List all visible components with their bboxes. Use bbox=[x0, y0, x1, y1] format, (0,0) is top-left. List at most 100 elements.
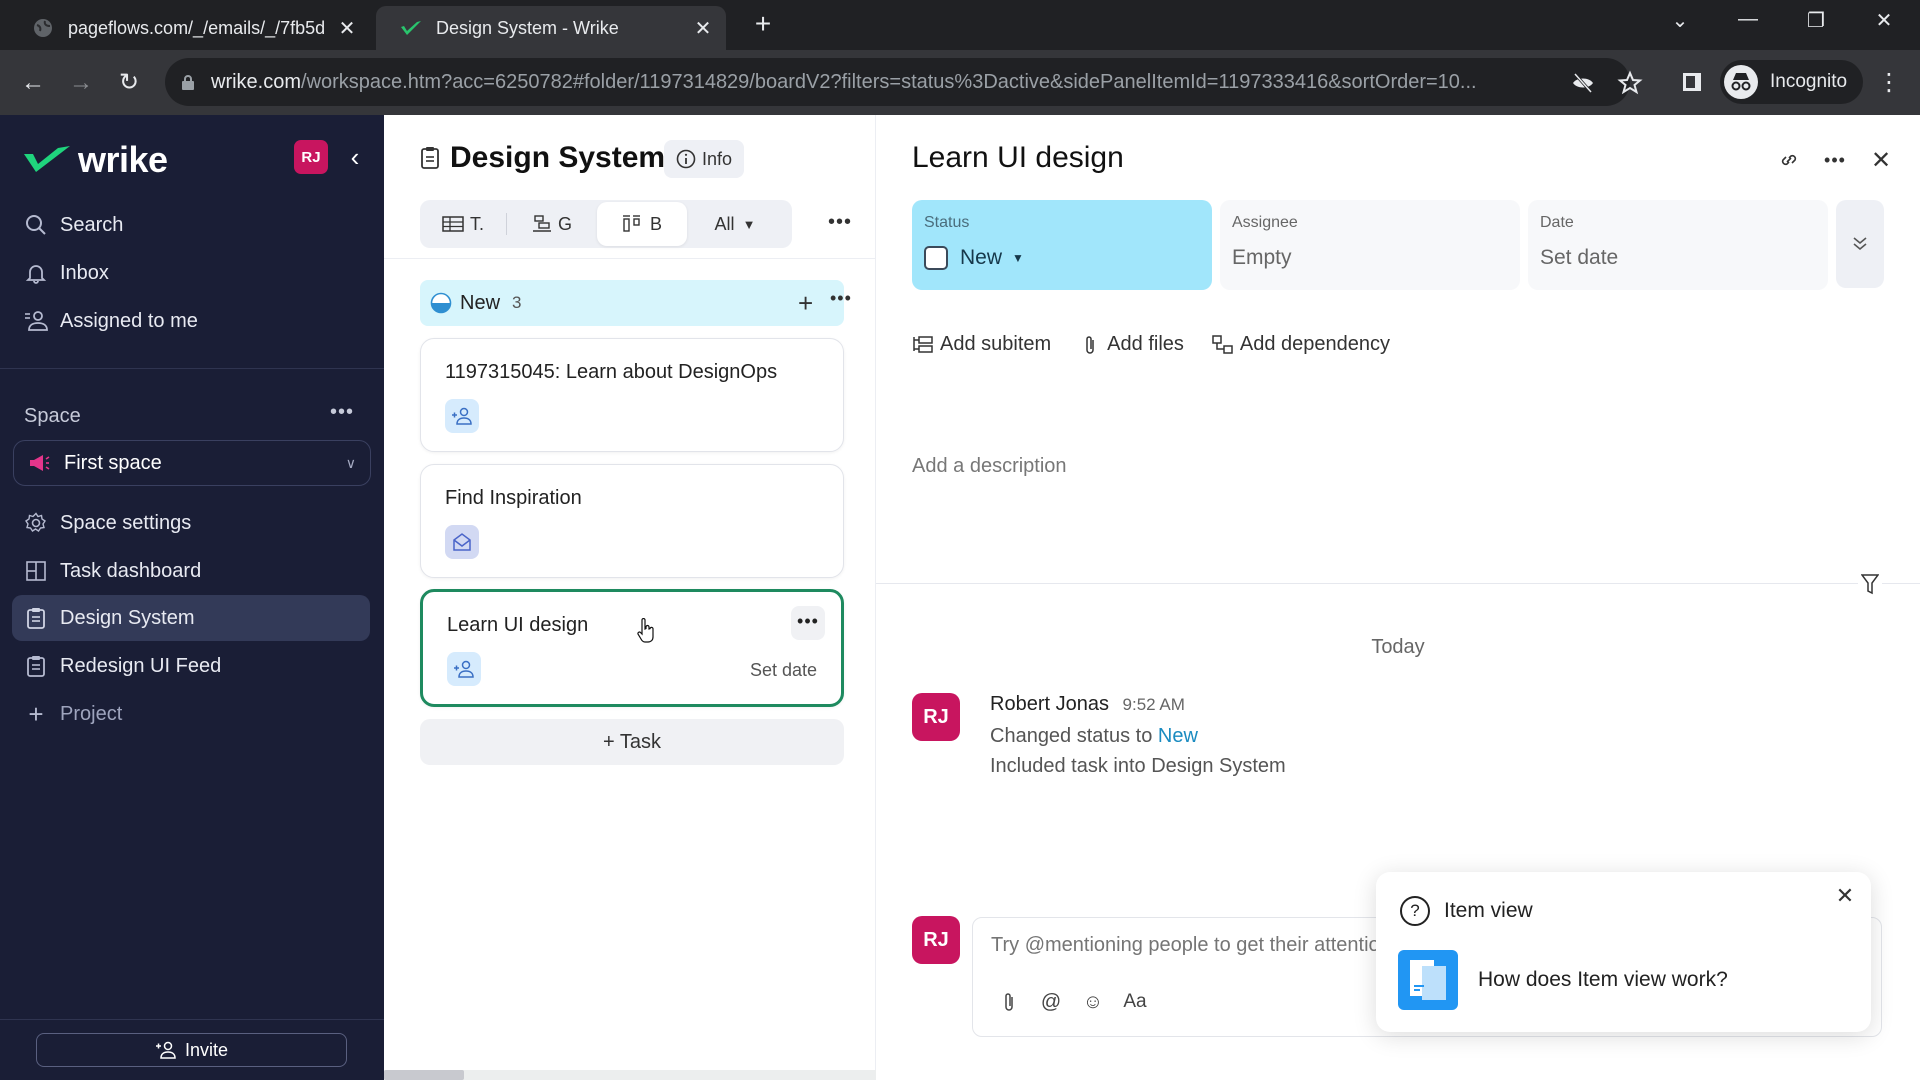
sidebar-item-label: Design System bbox=[60, 606, 195, 629]
reload-icon[interactable]: ↻ bbox=[112, 66, 146, 100]
assignee-label: Assignee bbox=[1232, 214, 1298, 231]
invite-label: Invite bbox=[184, 1039, 229, 1060]
close-tab-icon[interactable]: ✕ bbox=[690, 16, 716, 41]
browser-tab-pageflows[interactable]: pageflows.com/_/emails/_/7fb5d ✕ bbox=[20, 6, 370, 50]
incognito-badge[interactable]: Incognito bbox=[1720, 60, 1864, 104]
attach-icon[interactable] bbox=[995, 988, 1023, 1016]
set-date-button[interactable]: Set date bbox=[750, 660, 817, 681]
filter-icon[interactable] bbox=[1858, 571, 1882, 597]
comment-avatar: RJ bbox=[912, 916, 960, 964]
mention-icon[interactable]: @ bbox=[1037, 988, 1065, 1016]
help-link-label: How does Item view work? bbox=[1478, 968, 1728, 991]
space-more-icon[interactable]: ••• bbox=[330, 401, 360, 424]
chevron-down-icon: ∨ bbox=[345, 454, 356, 471]
window-close-icon[interactable]: ✕ bbox=[1864, 8, 1904, 38]
emoji-icon[interactable]: ☺ bbox=[1079, 988, 1107, 1016]
board-icon bbox=[622, 215, 642, 233]
address-bar[interactable]: wrike.com/workspace.htm?acc=6250782#fold… bbox=[165, 58, 1643, 106]
url-text[interactable]: wrike.com/workspace.htm?acc=6250782#fold… bbox=[211, 71, 1511, 94]
help-article-link[interactable]: How does Item view work? bbox=[1398, 950, 1728, 1010]
task-card[interactable]: 1197315045: Learn about DesignOps bbox=[420, 338, 844, 452]
email-badge[interactable] bbox=[445, 525, 479, 559]
back-icon[interactable]: ← bbox=[16, 66, 50, 100]
new-tab-button[interactable]: + bbox=[748, 10, 778, 40]
restore-icon[interactable]: ❐ bbox=[1796, 8, 1836, 38]
sidepanel-icon[interactable] bbox=[1680, 70, 1704, 94]
activity-inclusion: Included task into Design System bbox=[990, 755, 1286, 777]
collapse-sidebar-icon[interactable]: ‹ bbox=[340, 140, 370, 174]
tab-search-chevron-icon[interactable]: ⌄ bbox=[1660, 8, 1700, 38]
megaphone-icon bbox=[28, 453, 50, 473]
browser-tab-wrike[interactable]: Design System - Wrike ✕ bbox=[376, 6, 726, 50]
task-card-selected[interactable]: Learn UI design ••• Set date bbox=[420, 589, 844, 707]
tab-title: pageflows.com/_/emails/_/7fb5d bbox=[68, 17, 326, 38]
add-assignee-button[interactable] bbox=[447, 652, 481, 686]
view-tab-board[interactable]: B bbox=[597, 202, 687, 246]
add-task-button[interactable]: + Task bbox=[420, 719, 844, 765]
close-tab-icon[interactable]: ✕ bbox=[334, 16, 360, 41]
wrike-logo[interactable]: wrike bbox=[24, 139, 168, 181]
eye-off-icon[interactable] bbox=[1570, 70, 1596, 96]
assignee-field[interactable]: Assignee Empty bbox=[1220, 200, 1520, 290]
sidebar-divider bbox=[0, 368, 384, 369]
sidebar-item-space-settings[interactable]: Space settings bbox=[12, 500, 370, 546]
email-icon bbox=[453, 533, 471, 551]
horizontal-scrollbar[interactable] bbox=[384, 1070, 876, 1080]
activity-author[interactable]: Robert Jonas bbox=[990, 693, 1109, 715]
status-link[interactable]: New bbox=[1158, 725, 1198, 747]
sidebar-item-search[interactable]: Search bbox=[12, 202, 370, 248]
sidebar-item-assigned-to-me[interactable]: Assigned to me bbox=[12, 298, 370, 344]
minimize-icon[interactable]: — bbox=[1728, 8, 1768, 38]
sidebar: wrike RJ ‹ Search Inbox Assigned to me S… bbox=[0, 115, 384, 1080]
date-field[interactable]: Date Set date bbox=[1528, 200, 1828, 290]
board-more-icon[interactable]: ••• bbox=[828, 211, 852, 234]
browser-menu-icon[interactable]: ⋮ bbox=[1872, 66, 1906, 100]
document-icon bbox=[1398, 950, 1458, 1010]
sidebar-item-design-system[interactable]: Design System bbox=[12, 595, 370, 641]
action-label: Add dependency bbox=[1239, 333, 1391, 355]
add-task-icon[interactable]: + bbox=[798, 288, 813, 319]
add-assignee-button[interactable] bbox=[445, 399, 479, 433]
view-tab-gantt[interactable]: G bbox=[507, 202, 597, 246]
activity-avatar[interactable]: RJ bbox=[912, 693, 960, 741]
status-field[interactable]: Status New ▼ bbox=[912, 200, 1212, 290]
description-field[interactable]: Add a description bbox=[912, 455, 1067, 478]
sidebar-item-add-project[interactable]: + Project bbox=[12, 691, 370, 737]
url-path: /workspace.htm?acc=6250782#folder/119731… bbox=[301, 70, 1477, 93]
add-files-button[interactable]: Add files bbox=[1079, 333, 1184, 356]
view-tab-label: G bbox=[557, 213, 572, 234]
chevron-down-icon: ▼ bbox=[1012, 251, 1024, 265]
copy-link-icon[interactable] bbox=[1774, 145, 1804, 175]
bookmark-star-icon[interactable] bbox=[1617, 70, 1643, 96]
status-label: Status bbox=[924, 214, 970, 231]
expand-fields-button[interactable] bbox=[1836, 200, 1884, 288]
browser-toolbar: ← → ↻ wrike.com/workspace.htm?acc=625078… bbox=[0, 50, 1920, 115]
browser-tab-bar: pageflows.com/_/emails/_/7fb5d ✕ Design … bbox=[0, 0, 1920, 50]
filter-dropdown[interactable]: All ▼ bbox=[687, 202, 783, 246]
view-tab-table[interactable]: T. bbox=[420, 202, 506, 246]
close-panel-icon[interactable]: ✕ bbox=[1866, 145, 1896, 175]
task-card[interactable]: Find Inspiration bbox=[420, 464, 844, 578]
sidebar-item-label: Redesign UI Feed bbox=[60, 654, 222, 677]
activity-header: Robert Jonas 9:52 AM bbox=[990, 693, 1185, 716]
panel-more-icon[interactable]: ••• bbox=[1820, 145, 1850, 175]
card-more-button[interactable]: ••• bbox=[791, 606, 825, 640]
lock-icon bbox=[182, 75, 194, 90]
info-button[interactable]: Info bbox=[664, 140, 745, 178]
user-avatar[interactable]: RJ bbox=[294, 140, 328, 174]
sidebar-item-redesign-ui-feed[interactable]: Redesign UI Feed bbox=[12, 643, 370, 689]
task-title[interactable]: Learn UI design bbox=[912, 141, 1124, 175]
action-label: Add files bbox=[1107, 333, 1184, 355]
invite-button[interactable]: Invite bbox=[36, 1033, 347, 1067]
complete-checkbox[interactable] bbox=[924, 246, 948, 270]
add-subitem-button[interactable]: Add subitem bbox=[912, 333, 1051, 356]
forward-icon[interactable]: → bbox=[64, 66, 98, 100]
sidebar-item-inbox[interactable]: Inbox bbox=[12, 250, 370, 296]
scrollbar-thumb[interactable] bbox=[384, 1070, 464, 1080]
popup-close-icon[interactable]: ✕ bbox=[1833, 884, 1857, 908]
space-selector[interactable]: First space ∨ bbox=[13, 440, 371, 486]
add-dependency-button[interactable]: Add dependency bbox=[1212, 333, 1390, 356]
column-more-icon[interactable]: ••• bbox=[830, 288, 852, 309]
sidebar-item-task-dashboard[interactable]: Task dashboard bbox=[12, 548, 370, 594]
text-format-button[interactable]: Aa bbox=[1121, 988, 1149, 1016]
